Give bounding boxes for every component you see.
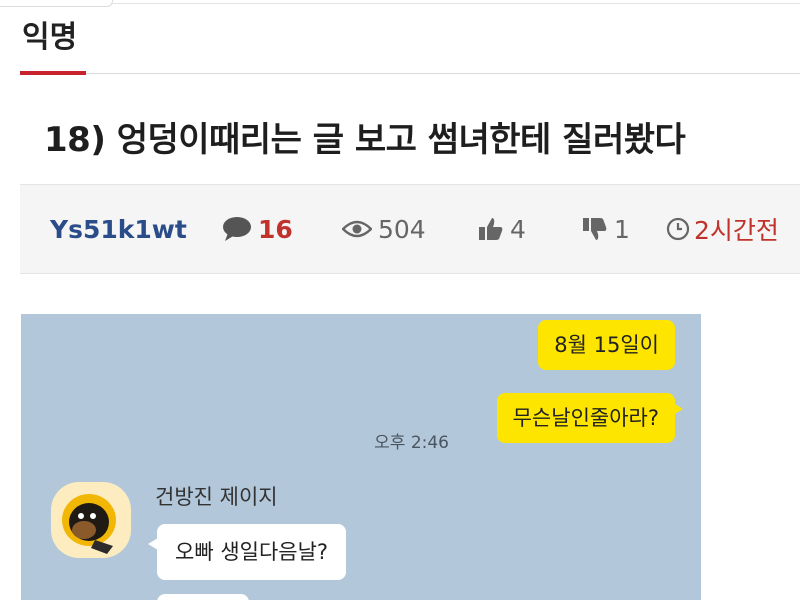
avatar xyxy=(51,482,131,558)
comment-count[interactable]: 16 xyxy=(222,213,293,245)
like-count-value: 4 xyxy=(510,214,526,244)
my-message-bubble: 무슨날인줄아라? xyxy=(496,393,684,443)
dislike-count-value: 1 xyxy=(614,214,630,244)
character-avatar-icon xyxy=(62,494,116,554)
post-time: 2시간전 xyxy=(666,213,779,245)
board-name[interactable]: 익명 xyxy=(22,12,77,56)
thumbs-down-icon xyxy=(583,218,607,240)
other-message-bubble: 오빠 생일다음날? xyxy=(147,524,347,580)
dislike-button[interactable]: 1 xyxy=(582,213,630,245)
eye-icon xyxy=(342,220,372,238)
like-button[interactable]: 4 xyxy=(478,213,526,245)
message-timestamp: 오후 2:46 xyxy=(374,433,449,453)
clock-icon xyxy=(666,217,690,241)
other-message-bubble-partial xyxy=(157,594,249,600)
view-count: 504 xyxy=(342,213,426,245)
comment-icon xyxy=(223,217,251,241)
board-active-underline xyxy=(20,71,86,75)
post-title: 18) 엉덩이때리는 글 보고 썸녀한테 질러봤다 xyxy=(44,120,686,160)
top-divider xyxy=(112,3,800,4)
author-name[interactable]: Ys51k1wt xyxy=(50,213,187,245)
chat-screenshot: 8월 15일이 무슨날인줄아라? 오후 2:46 건방진 제이지 오빠 생일다음… xyxy=(21,314,701,600)
sender-name: 건방진 제이지 xyxy=(155,485,278,509)
comment-count-value: 16 xyxy=(258,214,293,244)
thumbs-up-icon xyxy=(479,218,503,240)
post-time-value: 2시간전 xyxy=(694,216,779,245)
my-message-bubble: 8월 15일이 xyxy=(538,320,675,370)
top-tab-edge xyxy=(0,0,113,7)
post-meta-bar: Ys51k1wt 16 504 4 1 2시간전 xyxy=(20,184,800,274)
board-divider xyxy=(20,73,800,74)
view-count-value: 504 xyxy=(378,214,426,244)
